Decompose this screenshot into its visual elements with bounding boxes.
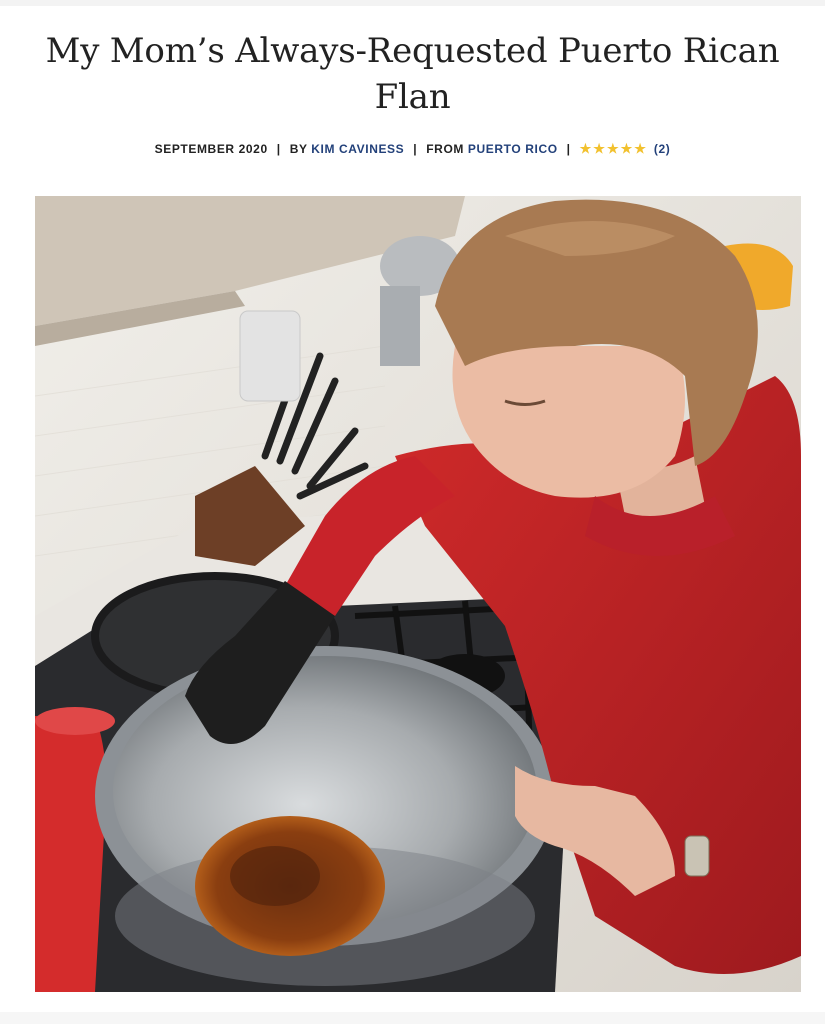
article-title: My Mom’s Always-Requested Puerto Rican F… (45, 31, 780, 117)
review-count-link[interactable]: (2) (654, 142, 670, 156)
star-icon: ★ (620, 141, 635, 156)
article-meta: SEPTEMBER 2020 | BY KIM CAVINESS | FROM PUER… (0, 141, 825, 157)
author-link[interactable]: KIM CAVINESS (311, 142, 404, 156)
meta-separator: | (413, 142, 418, 156)
meta-separator: | (566, 142, 571, 156)
star-icon: ★ (593, 141, 607, 156)
star-icon: ★ (579, 141, 594, 156)
hero-photo (35, 196, 801, 992)
origin-link[interactable]: PUERTO RICO (468, 142, 558, 156)
meta-separator: | (276, 142, 281, 156)
article-date: SEPTEMBER 2020 (154, 142, 268, 156)
by-prefix: BY (289, 142, 308, 156)
from-prefix: FROM (426, 142, 464, 156)
top-strip (0, 0, 825, 6)
hero-photo-illustration (35, 196, 801, 992)
bottom-strip (0, 1012, 825, 1024)
star-rating[interactable]: ★★★★★ (580, 141, 648, 156)
star-icon: ★ (634, 141, 648, 156)
star-icon: ★ (606, 141, 621, 156)
